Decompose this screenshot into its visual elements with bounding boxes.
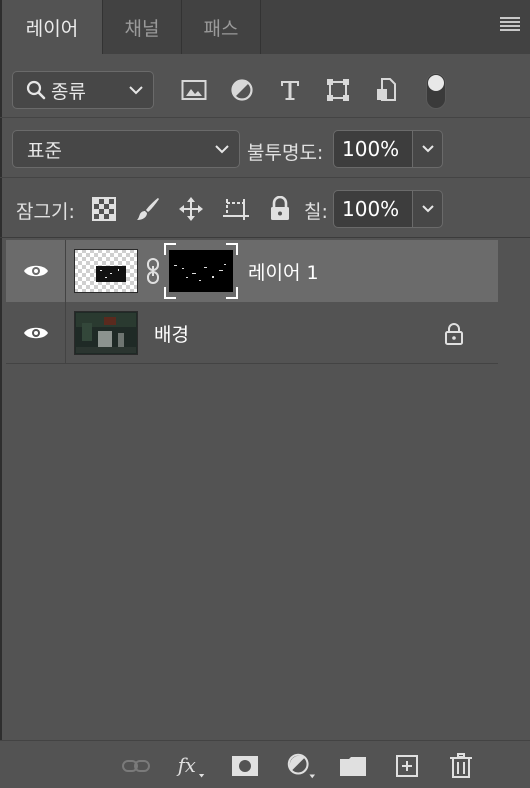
filter-kind-select[interactable]: 종류: [12, 71, 154, 109]
chevron-down-icon: [421, 205, 434, 213]
search-icon: [26, 80, 46, 100]
eye-icon: [23, 327, 48, 339]
filter-kind-label: 종류: [51, 80, 86, 103]
lock-transparent-pixels-icon[interactable]: [90, 195, 118, 223]
link-layers-icon[interactable]: [121, 751, 151, 781]
fill-label: 칠:: [304, 201, 328, 223]
tab-paths[interactable]: 패스: [182, 0, 260, 54]
panel-menu-icon[interactable]: [500, 17, 520, 33]
layer-row-background[interactable]: 배경: [6, 302, 498, 364]
layer-mask-thumbnail[interactable]: [164, 243, 238, 299]
tab-channels[interactable]: 채널: [103, 0, 181, 54]
tab-layers[interactable]: 레이어: [2, 0, 102, 54]
blend-mode-label: 표준: [27, 139, 62, 162]
mask-link-icon[interactable]: [146, 257, 160, 285]
lock-position-icon[interactable]: [177, 195, 205, 223]
tab-channels-label: 채널: [124, 17, 160, 40]
eye-icon: [23, 265, 48, 277]
image-filter-icon[interactable]: [180, 76, 208, 104]
shape-filter-icon[interactable]: [324, 76, 352, 104]
chevron-down-icon: [129, 86, 143, 95]
tab-layers-label: 레이어: [25, 17, 79, 40]
layers-list: 레이어 1 배경: [6, 240, 498, 740]
layer-locked-icon[interactable]: [444, 322, 464, 346]
chevron-down-icon: [215, 145, 229, 154]
panel-footer: fx: [0, 740, 530, 788]
new-adjustment-icon[interactable]: [286, 751, 316, 781]
panel-tab-bar: 레이어 채널 패스: [0, 0, 530, 54]
fill-input[interactable]: 100%: [333, 190, 413, 228]
lock-artboard-icon[interactable]: [222, 195, 250, 223]
visibility-toggle[interactable]: [6, 240, 66, 302]
lock-label: 잠그기:: [16, 201, 75, 223]
fill-value: 100%: [342, 197, 400, 221]
delete-layer-icon[interactable]: [446, 751, 476, 781]
chevron-down-icon: [421, 145, 434, 153]
opacity-input[interactable]: 100%: [333, 130, 413, 168]
layer-row-layer-1[interactable]: 레이어 1: [6, 240, 498, 302]
filter-toggle-switch[interactable]: [426, 73, 446, 109]
blend-row: 표준 불투명도: 100%: [0, 118, 530, 178]
type-filter-icon[interactable]: [276, 76, 304, 104]
smart-object-filter-icon[interactable]: [372, 76, 400, 104]
new-group-icon[interactable]: [338, 751, 368, 781]
layer-thumbnail[interactable]: [74, 249, 138, 293]
tab-paths-label: 패스: [203, 17, 239, 40]
opacity-dropdown-button[interactable]: [413, 130, 443, 168]
adjustment-filter-icon[interactable]: [228, 76, 256, 104]
layer-name[interactable]: 배경: [154, 320, 189, 347]
fx-icon[interactable]: fx: [176, 751, 206, 781]
new-layer-icon[interactable]: [392, 751, 422, 781]
layer-filter-row: 종류: [0, 54, 530, 118]
fill-dropdown-button[interactable]: [413, 190, 443, 228]
lock-row: 잠그기: 칠: 100%: [0, 178, 530, 238]
opacity-value: 100%: [342, 137, 400, 161]
svg-text:fx: fx: [176, 754, 196, 777]
add-mask-icon[interactable]: [230, 751, 260, 781]
toggle-knob: [428, 75, 444, 91]
background-thumbnail[interactable]: [74, 311, 138, 355]
layer-name[interactable]: 레이어 1: [248, 258, 319, 285]
blend-mode-select[interactable]: 표준: [12, 130, 240, 168]
opacity-label: 불투명도:: [247, 142, 324, 164]
lock-image-pixels-icon[interactable]: [134, 195, 162, 223]
visibility-toggle[interactable]: [6, 302, 66, 364]
lock-all-icon[interactable]: [266, 195, 294, 223]
